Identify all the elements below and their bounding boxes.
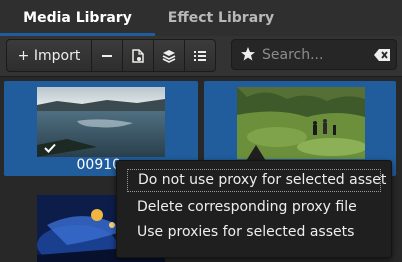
proxy-button[interactable] — [154, 40, 185, 71]
list-icon — [194, 50, 206, 61]
library-tabs: Media Library Effect Library — [0, 0, 402, 36]
menu-item-do-not-use-proxy[interactable]: Do not use proxy for selected asset — [127, 169, 386, 192]
check-icon — [44, 143, 56, 153]
menu-item-delete-proxy-file[interactable]: Delete corresponding proxy file — [127, 196, 381, 219]
clear-icon[interactable] — [374, 49, 390, 61]
minus-icon — [102, 54, 112, 57]
tab-media-library[interactable]: Media Library — [0, 0, 155, 36]
toolbar-button-group: + Import — [6, 39, 216, 72]
menu-item-use-proxies[interactable]: Use proxies for selected assets — [127, 221, 381, 244]
view-mode-button[interactable] — [185, 40, 215, 71]
search-box — [231, 39, 397, 70]
import-button[interactable]: + Import — [7, 40, 92, 71]
asset-thumbnail — [37, 87, 165, 157]
layers-icon — [162, 49, 176, 63]
proxy-context-menu: Do not use proxy for selected asset Dele… — [116, 160, 392, 258]
search-input[interactable] — [262, 44, 370, 66]
remove-button[interactable] — [92, 40, 123, 71]
media-library-toolbar: + Import — [0, 36, 402, 77]
clip-properties-button[interactable] — [123, 40, 154, 71]
star-icon[interactable] — [240, 46, 256, 62]
tab-effect-library[interactable]: Effect Library — [155, 0, 287, 36]
context-menu-arrow — [246, 145, 266, 161]
document-icon — [132, 48, 144, 63]
